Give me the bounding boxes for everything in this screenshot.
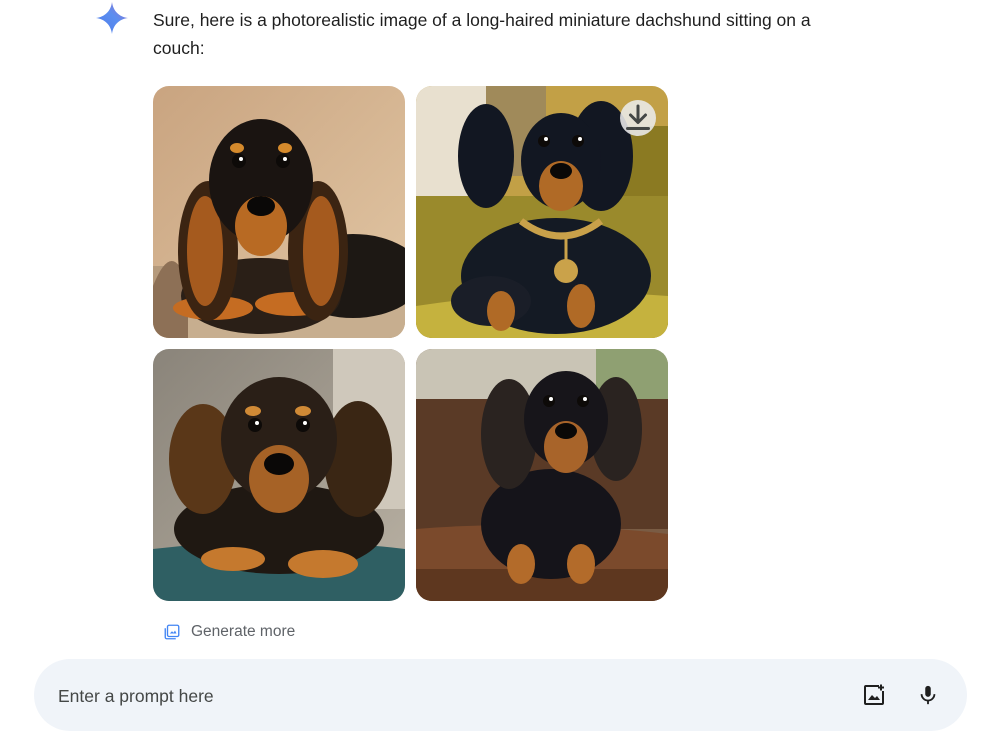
download-button[interactable] bbox=[620, 100, 656, 136]
microphone-button[interactable] bbox=[910, 677, 946, 713]
image-stack-icon bbox=[164, 624, 180, 640]
dachshund-image bbox=[153, 86, 405, 338]
generated-image-4[interactable] bbox=[416, 349, 668, 601]
image-grid bbox=[153, 86, 668, 601]
download-icon bbox=[626, 104, 650, 130]
gemini-sparkle-icon bbox=[96, 2, 128, 34]
response-text: Sure, here is a photorealistic image of … bbox=[153, 10, 811, 58]
generate-more-label: Generate more bbox=[191, 623, 296, 640]
generated-image-3[interactable] bbox=[153, 349, 405, 601]
add-image-icon bbox=[864, 684, 884, 705]
generate-more-button[interactable]: Generate more bbox=[163, 620, 295, 644]
microphone-icon bbox=[920, 685, 936, 705]
upload-image-button[interactable] bbox=[856, 677, 892, 713]
generated-image-1[interactable] bbox=[153, 86, 405, 338]
dachshund-image bbox=[153, 349, 405, 601]
prompt-bar bbox=[34, 659, 967, 733]
dachshund-image bbox=[416, 349, 668, 601]
generated-image-2[interactable] bbox=[416, 86, 668, 338]
prompt-input[interactable] bbox=[56, 659, 820, 733]
